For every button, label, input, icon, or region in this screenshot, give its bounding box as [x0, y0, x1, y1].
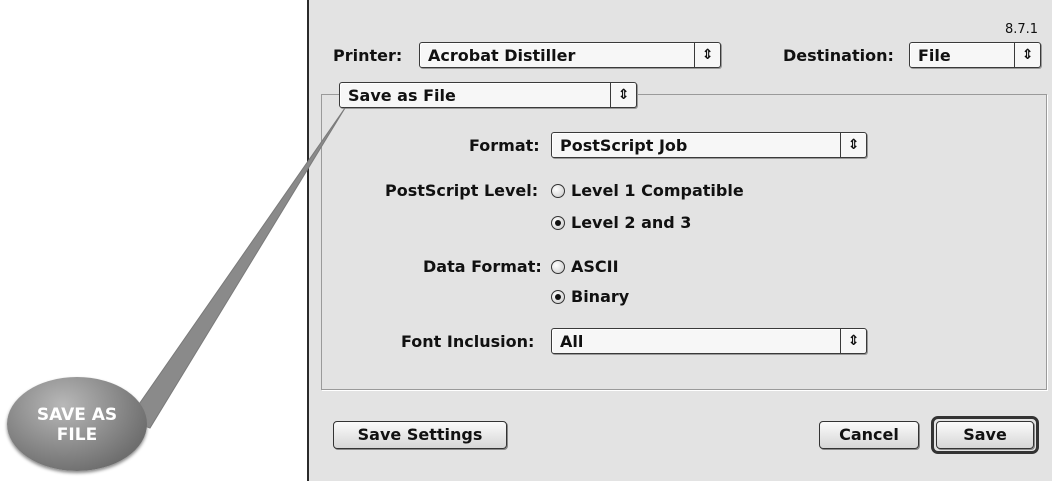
callout-pointer — [127, 107, 346, 429]
callout-badge: SAVE AS FILE — [7, 377, 147, 471]
callout-pointer-shape — [127, 107, 346, 429]
callout-text: SAVE AS FILE — [36, 405, 118, 445]
